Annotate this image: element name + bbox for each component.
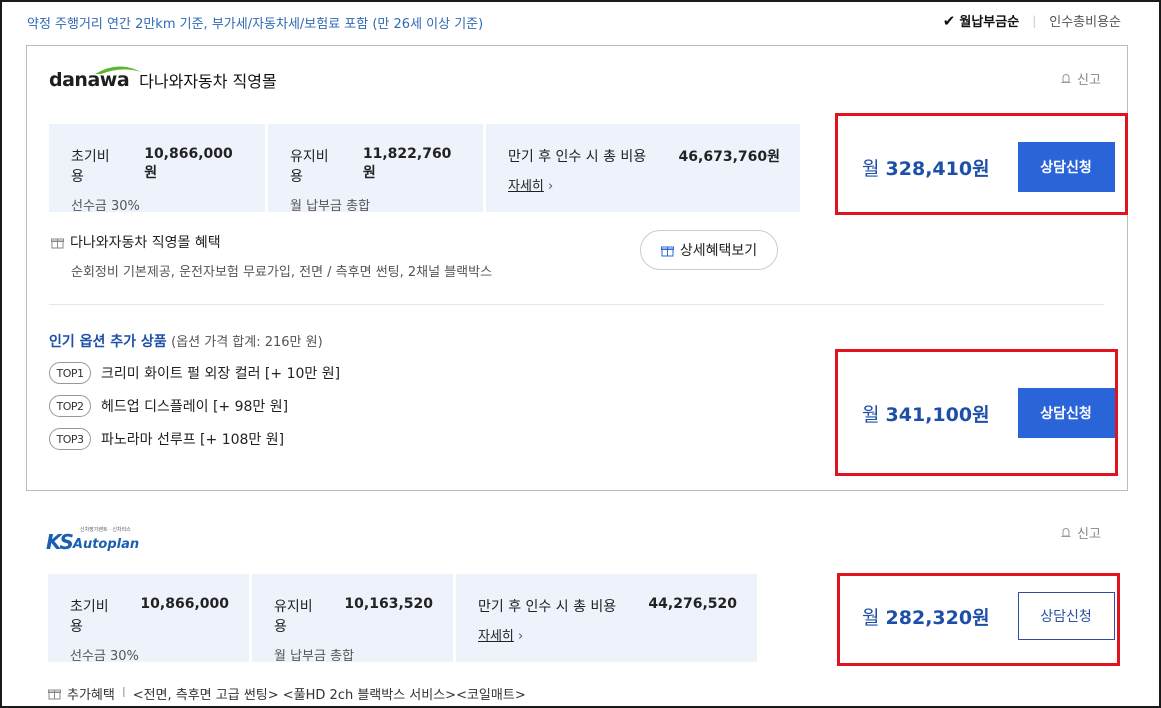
shop-benefit: 다나와자동차 직영몰 혜택 순회정비 기본제공, 운전자보험 무료가입, 전면 … (51, 232, 492, 280)
cost-maintenance: 유지비용 10,163,520 월 납부금 총합 (252, 574, 453, 664)
highlight-box (835, 349, 1118, 476)
benefit-title: 다나와자동차 직영몰 혜택 (70, 235, 221, 251)
rank-badge: TOP2 (49, 395, 91, 417)
cost-sub: 월 납부금 총합 (290, 199, 371, 214)
cost-value: 46,673,760원 (678, 149, 780, 165)
detail-benefit-button[interactable]: 상세혜택보기 (640, 230, 778, 270)
highlight-box (837, 573, 1120, 666)
cost-label: 만기 후 인수 시 총 비용 (478, 599, 617, 615)
shop-name: 다나와자동차 직영몰 (139, 72, 277, 91)
cost-sub: 월 납부금 총합 (274, 649, 355, 664)
report-label: 신고 (1077, 73, 1101, 88)
checkmark-icon: ✔ (942, 11, 956, 30)
details-link[interactable]: 자세히 (478, 629, 514, 644)
extra-benefit-label: 추가혜택 (67, 688, 115, 703)
cost-initial: 초기비용 10,866,000원 선수금 30% (49, 124, 265, 214)
rank-badge: TOP1 (49, 362, 91, 384)
cost-summary: 초기비용 10,866,000 선수금 30% 유지비용 10,163,520 월 … (48, 574, 757, 664)
cost-total-purchase: 만기 후 인수 시 총 비용 46,673,760원 자세히 › (486, 124, 800, 212)
cost-label: 초기비용 (71, 149, 110, 185)
sort-total-cost[interactable]: 인수총비용순 (1049, 11, 1121, 30)
option-item: TOP3 파노라마 선루프 [+ 108만 원] (49, 428, 340, 450)
option-item: TOP1 크리미 화이트 펄 외장 컬러 [+ 10만 원] (49, 362, 340, 384)
cost-value: 10,866,000 (140, 596, 229, 612)
cost-label: 유지비용 (274, 599, 313, 635)
ks-autoplan-logo: 신차장기렌트 · 신차리스 KS Autoplan (46, 527, 140, 554)
popular-options: 인기 옵션 추가 상품 (옵션 가격 합계: 216만 원) TOP1 크리미 … (49, 331, 340, 450)
option-text: 크리미 화이트 펄 외장 컬러 [+ 10만 원] (101, 366, 341, 382)
section-divider (49, 304, 1104, 305)
danawa-swoosh-icon (95, 66, 141, 74)
cost-summary: 초기비용 10,866,000원 선수금 30% 유지비용 11,822,760원 … (49, 124, 800, 214)
cost-value: 10,163,520 (344, 596, 433, 612)
details-link[interactable]: 자세히 (508, 179, 544, 194)
sort-separator: | (1032, 13, 1037, 28)
ks-logo-mark: KS (46, 530, 74, 554)
pricing-notice: 약정 주행거리 연간 2만km 기준, 부가세/자동차세/보험료 포함 (만 2… (27, 17, 484, 32)
highlight-box (835, 113, 1128, 215)
extra-separator: I (121, 686, 126, 701)
ks-logo-tagline: 신차장기렌트 · 신차리스 (80, 527, 131, 533)
cost-value: 11,822,760원 (362, 146, 452, 181)
options-title: 인기 옵션 추가 상품 (49, 334, 167, 350)
cost-value: 44,276,520 (648, 596, 737, 612)
bell-icon (1061, 527, 1071, 537)
cost-total-purchase: 만기 후 인수 시 총 비용 44,276,520 자세히 › (456, 574, 757, 662)
gift-icon (660, 246, 674, 256)
cost-label: 유지비용 (290, 149, 329, 185)
cost-initial: 초기비용 10,866,000 선수금 30% (48, 574, 249, 664)
extra-benefits: 추가혜택 I <전면, 측후면 고급 썬팅> <풀HD 2ch 블랙박스 서비스… (48, 684, 526, 703)
report-label: 신고 (1077, 527, 1101, 542)
gift-icon (48, 689, 61, 700)
danawa-logo: danawa 다나와자동차 직영몰 (49, 66, 277, 92)
report-button[interactable]: 신고 (1060, 523, 1101, 542)
cost-sub: 선수금 30% (71, 199, 140, 214)
benefit-description: 순회정비 기본제공, 운전자보험 무료가입, 전면 / 측후면 썬팅, 2채널 … (71, 265, 493, 280)
option-text: 헤드업 디스플레이 [+ 98만 원] (101, 399, 289, 415)
cost-sub: 선수금 30% (70, 649, 139, 664)
ks-logo-text: Autoplan (72, 537, 140, 552)
cost-label: 초기비용 (70, 599, 109, 635)
detail-benefit-label: 상세혜택보기 (679, 243, 758, 259)
report-button[interactable]: 신고 (1060, 69, 1101, 88)
option-item: TOP2 헤드업 디스플레이 [+ 98만 원] (49, 395, 340, 417)
option-text: 파노라마 선루프 [+ 108만 원] (101, 432, 285, 448)
options-subtitle: (옵션 가격 합계: 216만 원) (171, 335, 323, 350)
chevron-right-icon: › (518, 629, 524, 644)
rank-badge: TOP3 (49, 428, 91, 450)
sort-options: ✔ 월납부금순 | 인수총비용순 (942, 11, 1121, 31)
extra-benefit-text: <전면, 측후면 고급 썬팅> <풀HD 2ch 블랙박스 서비스><코일매트> (132, 688, 526, 703)
sort-monthly[interactable]: 월납부금순 (959, 11, 1019, 30)
chevron-right-icon: › (548, 179, 554, 194)
cost-label: 만기 후 인수 시 총 비용 (508, 149, 647, 165)
gift-icon (51, 238, 64, 248)
cost-value: 10,866,000원 (144, 146, 233, 181)
bell-icon (1061, 73, 1071, 83)
cost-maintenance: 유지비용 11,822,760원 월 납부금 총합 (268, 124, 483, 214)
